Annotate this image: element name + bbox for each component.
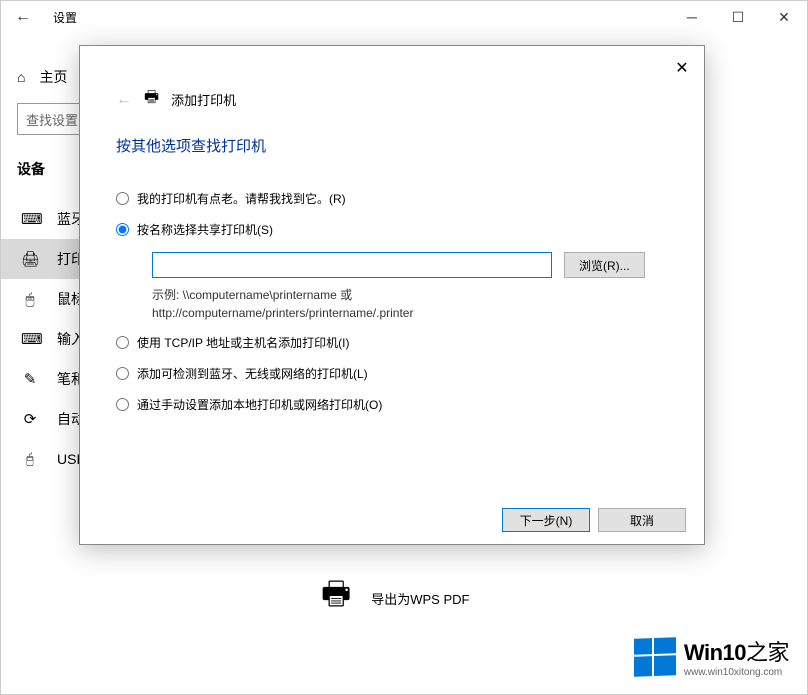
window-title: 设置 xyxy=(53,9,77,26)
close-button[interactable]: ✕ xyxy=(761,1,807,33)
watermark-url: www.win10xitong.com xyxy=(684,667,789,678)
mouse-icon: 🖱 xyxy=(21,291,39,308)
dialog-back-icon[interactable]: ← xyxy=(116,91,132,109)
example-line1: 示例: \\computername\printername 或 xyxy=(152,286,668,304)
radio-old-printer[interactable]: 我的打印机有点老。请帮我找到它。(R) xyxy=(116,190,668,207)
radio-label: 我的打印机有点老。请帮我找到它。(R) xyxy=(137,190,346,207)
next-button[interactable]: 下一步(N) xyxy=(502,508,590,532)
dialog-close-button[interactable]: ✕ xyxy=(672,58,692,78)
printer-list-item[interactable]: 🖶 导出为WPS PDF xyxy=(321,571,787,625)
window-controls: ─ ☐ ✕ xyxy=(669,1,807,33)
radio-input[interactable] xyxy=(116,398,129,411)
dialog-title: 按其他选项查找打印机 xyxy=(80,121,704,176)
home-label: 主页 xyxy=(39,67,67,87)
dialog-footer: 下一步(N) 取消 xyxy=(80,496,704,544)
radio-wireless[interactable]: 添加可检测到蓝牙、无线或网络的打印机(L) xyxy=(116,365,668,382)
brand-part-a: Win10 xyxy=(684,640,746,665)
minimize-button[interactable]: ─ xyxy=(669,1,715,33)
watermark: Win10之家 www.win10xitong.com xyxy=(634,635,789,678)
browse-button[interactable]: 浏览(R)... xyxy=(564,252,645,278)
dialog-header: ← 🖶 添加打印机 xyxy=(80,46,704,121)
maximize-button[interactable]: ☐ xyxy=(715,1,761,33)
printer-device-icon: 🖶 xyxy=(321,571,351,625)
cancel-button[interactable]: 取消 xyxy=(598,508,686,532)
search-placeholder: 查找设置 xyxy=(26,110,78,129)
autoplay-icon: ⟳ xyxy=(21,410,39,428)
radio-input[interactable] xyxy=(116,336,129,349)
radio-label: 按名称选择共享打印机(S) xyxy=(137,221,273,238)
keyboard-icon: ⌨ xyxy=(21,330,39,348)
printer-icon: 🖨 xyxy=(21,250,39,268)
radio-shared-by-name[interactable]: 按名称选择共享打印机(S) xyxy=(116,221,668,238)
back-button[interactable]: ← xyxy=(9,3,37,31)
dialog-header-text: 添加打印机 xyxy=(171,90,236,109)
radio-tcpip[interactable]: 使用 TCP/IP 地址或主机名添加打印机(I) xyxy=(116,334,668,351)
radio-input[interactable] xyxy=(116,367,129,380)
shared-path-input[interactable] xyxy=(152,252,552,278)
radio-label: 使用 TCP/IP 地址或主机名添加打印机(I) xyxy=(137,334,349,351)
example-text: 示例: \\computername\printername 或 http://… xyxy=(152,286,668,322)
dialog-body: 我的打印机有点老。请帮我找到它。(R) 按名称选择共享打印机(S) 浏览(R).… xyxy=(80,176,704,496)
printer-icon: 🖶 xyxy=(144,86,159,113)
shared-path-row: 浏览(R)... xyxy=(152,252,668,278)
printer-name: 导出为WPS PDF xyxy=(371,589,469,608)
radio-input[interactable] xyxy=(116,223,129,236)
pen-icon: ✎ xyxy=(21,370,39,388)
home-icon: ⌂ xyxy=(17,69,25,85)
example-line2: http://computername/printers/printername… xyxy=(152,304,668,322)
usb-icon: 🖯 xyxy=(21,451,39,468)
bluetooth-icon: ⌨ xyxy=(21,210,39,228)
radio-manual[interactable]: 通过手动设置添加本地打印机或网络打印机(O) xyxy=(116,396,668,413)
add-printer-dialog: ✕ ← 🖶 添加打印机 按其他选项查找打印机 我的打印机有点老。请帮我找到它。(… xyxy=(79,45,705,545)
brand-part-b: 之家 xyxy=(746,640,789,665)
radio-label: 通过手动设置添加本地打印机或网络打印机(O) xyxy=(137,396,382,413)
radio-input[interactable] xyxy=(116,192,129,205)
watermark-text: Win10之家 www.win10xitong.com xyxy=(684,635,789,678)
windows-logo-icon xyxy=(634,637,676,676)
radio-label: 添加可检测到蓝牙、无线或网络的打印机(L) xyxy=(137,365,368,382)
